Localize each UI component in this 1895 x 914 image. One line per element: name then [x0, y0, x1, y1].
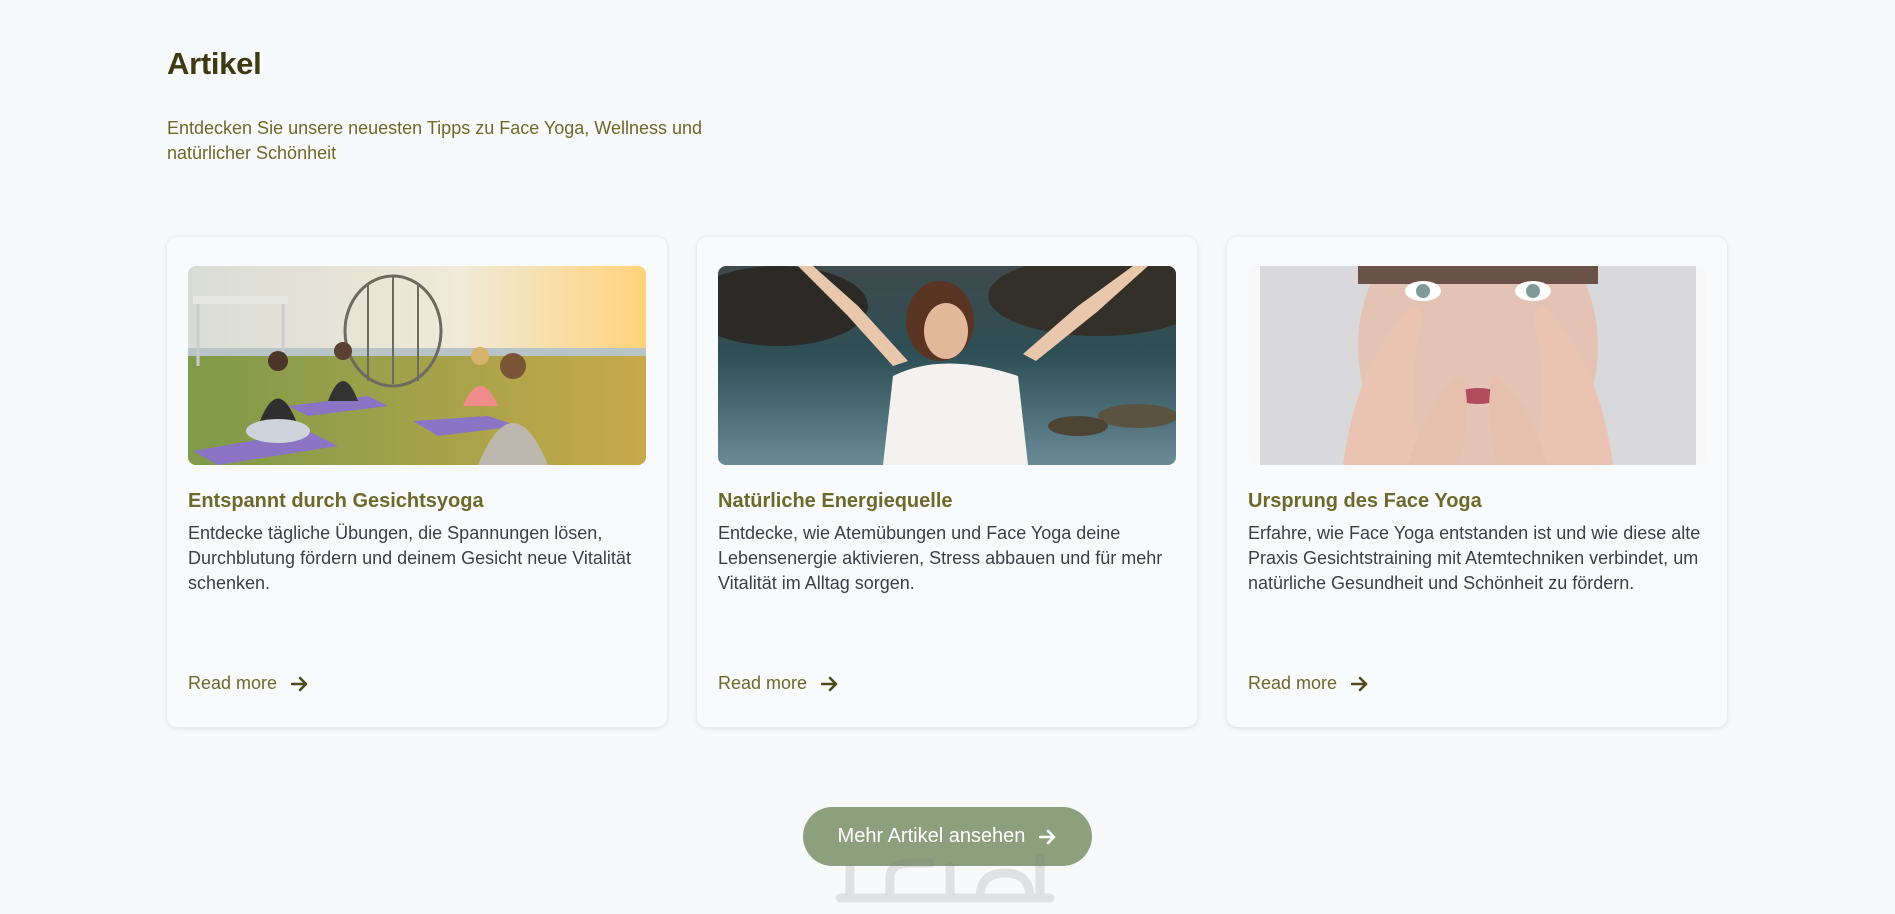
read-more-label: Read more: [1248, 673, 1338, 693]
article-excerpt: Entdecke, wie Atemübungen und Face Yoga …: [718, 523, 1163, 593]
read-more-label: Read more: [188, 673, 278, 693]
face-yoga-photo: [1248, 266, 1706, 465]
article-title[interactable]: Entspannt durch Gesichtsyoga: [188, 489, 646, 513]
energy-photo: [718, 266, 1176, 465]
article-title[interactable]: Natürliche Energiequelle: [718, 489, 1176, 513]
article-image-meditation[interactable]: [188, 266, 646, 465]
article-card[interactable]: Ursprung des Face Yoga Erfahre, wie Face…: [1227, 237, 1727, 727]
article-excerpt: Erfahre, wie Face Yoga entstanden ist un…: [1248, 523, 1701, 593]
article-card[interactable]: Natürliche Energiequelle Entdecke, wie A…: [697, 237, 1197, 727]
page-subtitle: Entdecken Sie unsere neuesten Tipps zu F…: [167, 118, 703, 163]
read-more-label: Read more: [718, 673, 808, 693]
more-articles-label: Mehr Artikel ansehen: [837, 825, 1026, 847]
article-image-origin[interactable]: [1248, 266, 1706, 465]
article-image-energy[interactable]: [718, 266, 1176, 465]
meditation-photo: [188, 266, 646, 465]
watermark-logo: [835, 853, 1055, 903]
read-more-link[interactable]: Read more: [1248, 673, 1369, 694]
article-excerpt: Entdecke tägliche Übungen, die Spannunge…: [188, 523, 631, 593]
article-title[interactable]: Ursprung des Face Yoga: [1248, 489, 1706, 513]
read-more-link[interactable]: Read more: [188, 673, 309, 694]
article-card[interactable]: Entspannt durch Gesichtsyoga Entdecke tä…: [167, 237, 667, 727]
arrow-right-icon: [1039, 829, 1056, 844]
article-card-list: Entspannt durch Gesichtsyoga Entdecke tä…: [167, 237, 1727, 727]
page-title: Artikel: [167, 46, 262, 81]
arrow-right-icon: [1351, 676, 1368, 691]
arrow-right-icon: [291, 676, 308, 691]
read-more-link[interactable]: Read more: [718, 673, 839, 694]
arrow-right-icon: [821, 676, 838, 691]
